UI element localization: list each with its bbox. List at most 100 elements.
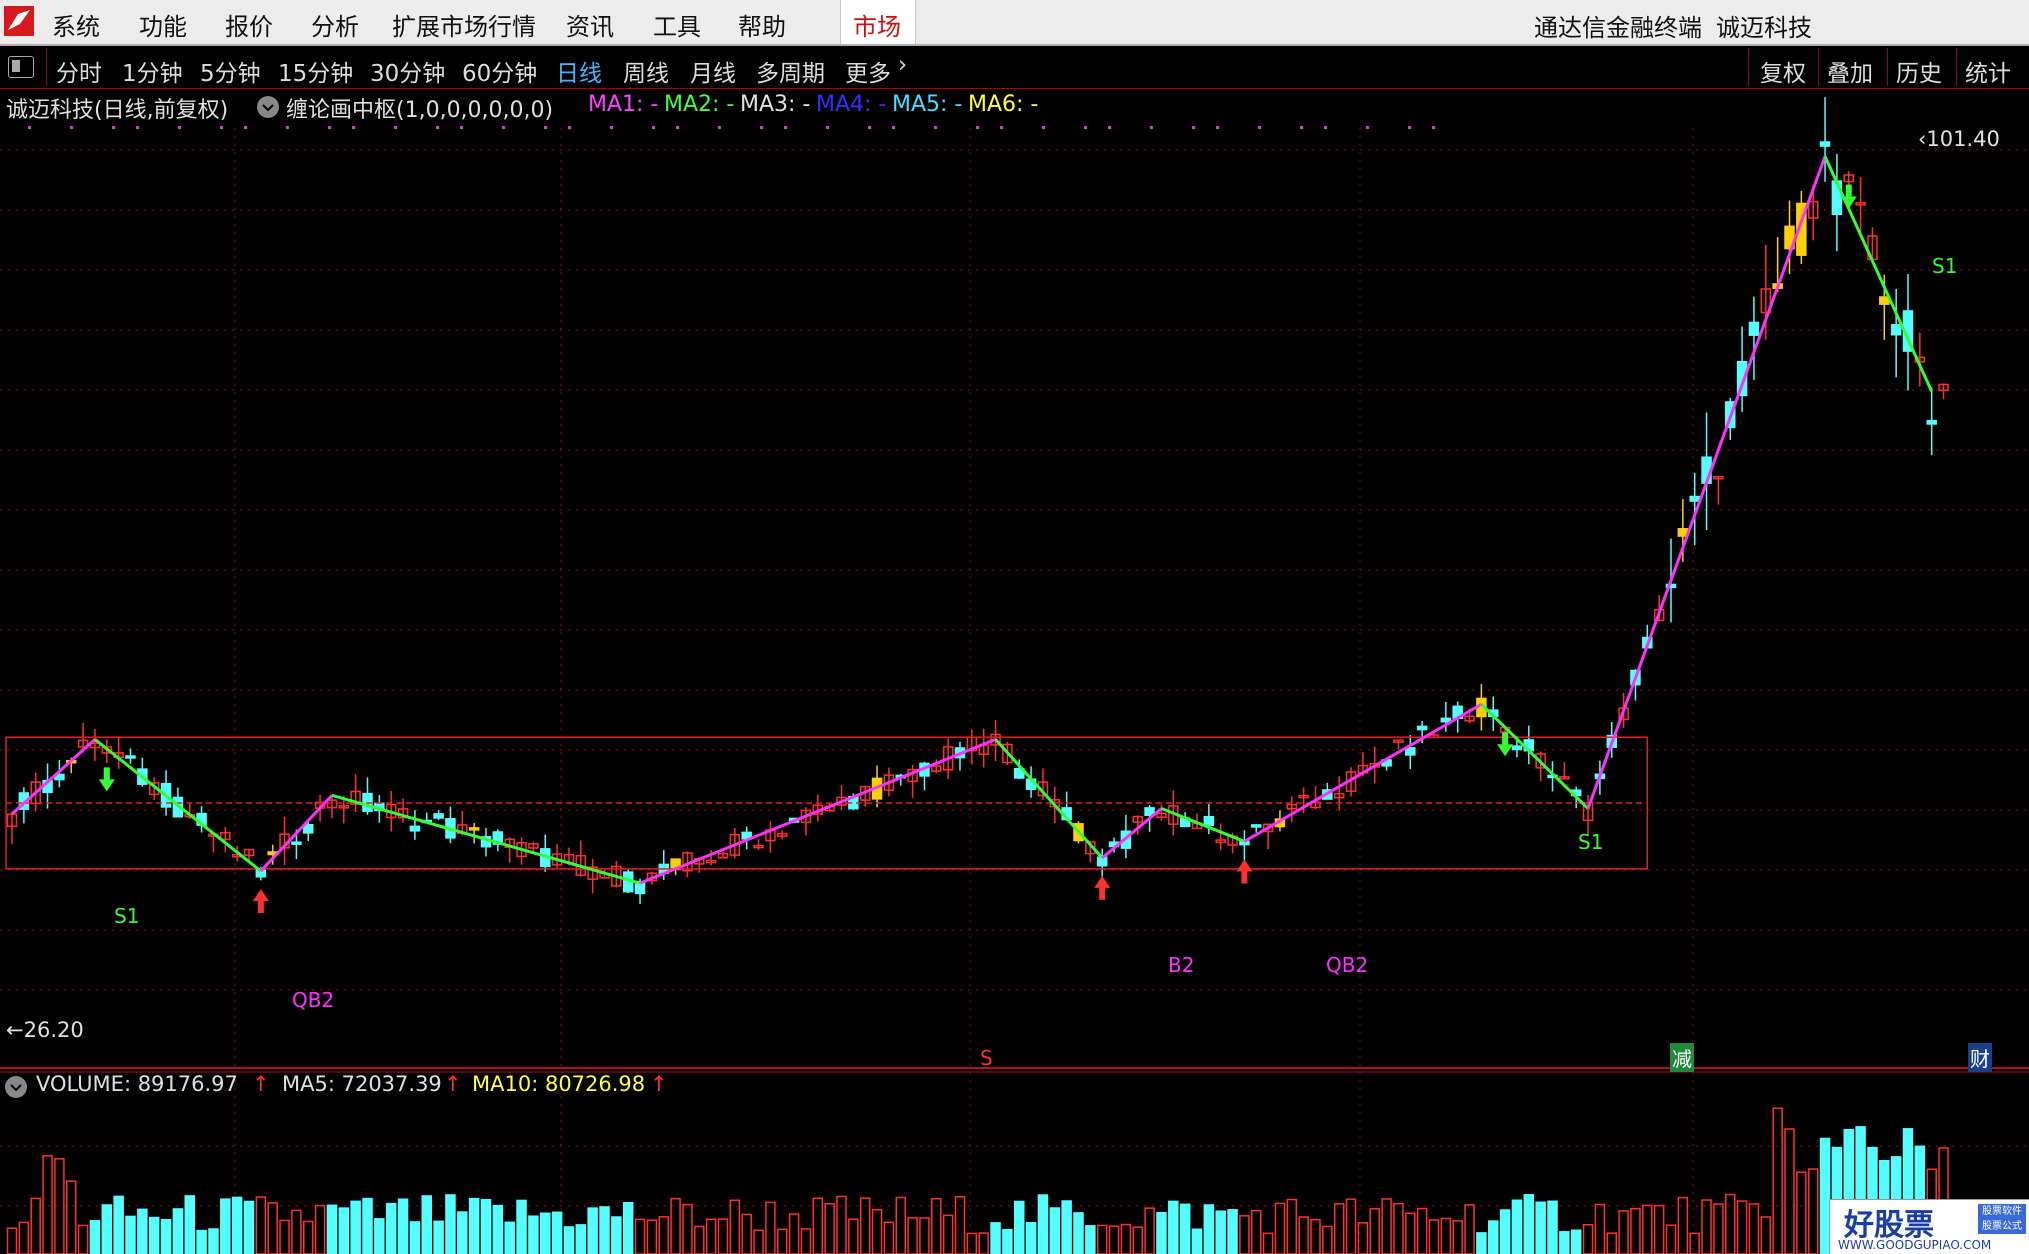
volume-bar <box>1203 1204 1215 1254</box>
ma2-label: MA2: - <box>664 92 735 117</box>
candle-body <box>1416 725 1428 731</box>
volume-bar <box>1630 1207 1641 1254</box>
candle-body <box>468 827 480 831</box>
volume-bar <box>6 1227 18 1254</box>
volume-bar <box>1381 1198 1392 1254</box>
volume-bar <box>1736 1200 1748 1254</box>
pivot-dot <box>394 126 397 129</box>
pivot-dot <box>1192 126 1195 129</box>
indicator-dropdown-icon[interactable] <box>257 96 279 118</box>
volume-bar <box>942 1214 954 1254</box>
pivot-dot <box>1300 126 1303 129</box>
volume-bar <box>694 1225 705 1254</box>
volume-ma5: MA5: 72037.39 <box>282 1072 442 1096</box>
volume-bar <box>1049 1207 1061 1254</box>
volume-bar <box>1570 1229 1582 1254</box>
pivot-dot <box>1150 126 1153 129</box>
volume-bar <box>765 1201 776 1254</box>
volume-bar <box>1120 1223 1132 1254</box>
volume-bar <box>1298 1216 1309 1254</box>
volume-bar <box>421 1195 432 1254</box>
pivot-dot <box>568 126 571 129</box>
pivot-dot <box>136 126 139 129</box>
price-high-marker: ‹101.40 <box>1918 127 2000 151</box>
indicator-name[interactable]: 缠论画中枢(1,0,0,0,0,0,0) <box>286 92 553 124</box>
buy-arrow-icon <box>1236 859 1253 884</box>
candle-body <box>1819 141 1831 147</box>
volume-bar <box>1653 1204 1665 1254</box>
volume-bar <box>385 1202 397 1254</box>
volume-bar <box>587 1207 598 1254</box>
volume-bar <box>705 1218 717 1254</box>
volume-bar <box>528 1215 539 1254</box>
pivot-dot <box>976 126 979 129</box>
volume-bar <box>445 1194 456 1254</box>
volume-bar <box>1156 1211 1167 1254</box>
pivot-dot <box>220 126 223 129</box>
volume-bar <box>113 1195 124 1254</box>
bi-line <box>10 738 96 816</box>
candle-body <box>1096 856 1108 867</box>
volume-bar <box>848 1218 859 1254</box>
sell-arrow-icon <box>98 767 115 792</box>
volume-bar <box>279 1219 290 1254</box>
up-arrow-icon: ↑ <box>650 1072 668 1096</box>
bi-line <box>1480 703 1590 810</box>
volume-bar <box>1760 1216 1772 1254</box>
finance-badge[interactable]: 财 <box>1968 1043 1992 1072</box>
pivot-dot <box>1324 126 1327 129</box>
volume-bar <box>1310 1218 1321 1254</box>
bi-line <box>94 738 262 873</box>
up-arrow-icon: ↑ <box>252 1072 270 1096</box>
sell-arrow-icon <box>1840 184 1857 209</box>
volume-bar <box>1073 1212 1084 1254</box>
volume-bar <box>1665 1224 1677 1254</box>
ma5-label: MA5: - <box>892 92 963 117</box>
volume-bar <box>1547 1200 1558 1254</box>
s-mark-badge[interactable]: S <box>978 1046 995 1070</box>
volume-bar <box>1215 1210 1226 1254</box>
volume-bar <box>1642 1204 1653 1254</box>
volume-bar <box>1499 1209 1511 1254</box>
pivot-dot <box>784 126 787 129</box>
volume-bar <box>777 1228 788 1254</box>
pivot-dot <box>286 126 289 129</box>
volume-bar <box>101 1204 113 1254</box>
volume-bar <box>66 1180 77 1254</box>
kline-chart[interactable] <box>0 0 2029 1254</box>
volume-bar <box>1096 1224 1108 1254</box>
volume-bar <box>871 1208 883 1254</box>
volume-bar <box>717 1218 729 1254</box>
candle-body <box>1689 495 1700 502</box>
pivot-dot <box>1216 126 1219 129</box>
volume-bar <box>1333 1203 1345 1254</box>
chart-title: 诚迈科技(日线,前复权) <box>6 98 229 123</box>
volume-bar <box>1511 1199 1523 1254</box>
volume-bar <box>540 1212 551 1254</box>
volume-bar <box>1037 1194 1049 1254</box>
volume-bar <box>1227 1209 1238 1254</box>
volume-bar <box>1108 1225 1120 1254</box>
signal-s1-b: S1 <box>1578 830 1604 854</box>
volume-bar <box>1393 1202 1404 1254</box>
volume-bar <box>634 1218 646 1254</box>
pivot-dot <box>1432 126 1435 129</box>
reduce-badge[interactable]: 减 <box>1670 1043 1694 1072</box>
pivot-dot <box>892 126 895 129</box>
candle-body <box>1748 321 1760 336</box>
volume-bar <box>1061 1200 1072 1254</box>
volume-bar <box>409 1221 421 1254</box>
volume-bar <box>231 1196 243 1254</box>
volume-bar <box>1535 1201 1546 1254</box>
volume-bar <box>1689 1232 1700 1254</box>
volume-bar <box>516 1199 527 1254</box>
volume-bar <box>504 1221 515 1254</box>
volume-bar <box>836 1195 847 1254</box>
volume-bar <box>682 1203 693 1254</box>
volume-bar <box>184 1195 195 1254</box>
volume-bar <box>374 1218 385 1254</box>
candle-body <box>125 755 136 759</box>
pivot-dot <box>1366 126 1369 129</box>
volume-bar <box>1725 1193 1736 1254</box>
volume-dropdown-icon[interactable] <box>5 1076 27 1098</box>
